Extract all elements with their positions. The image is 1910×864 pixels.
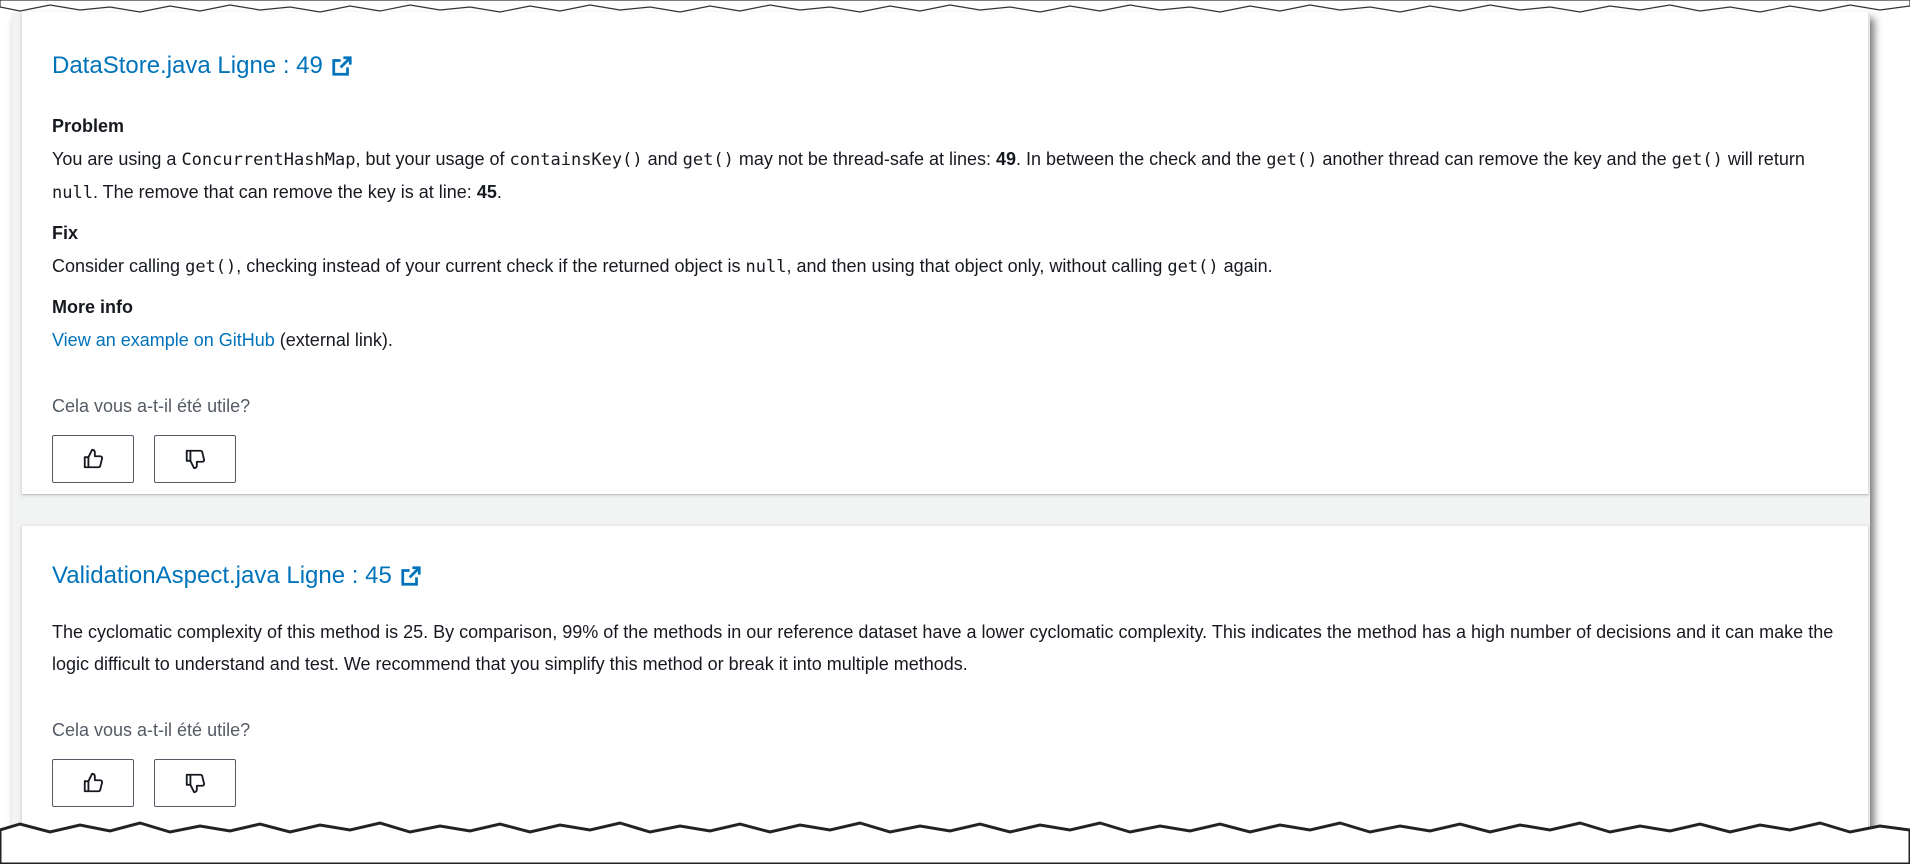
more-info-text: View an example on GitHub (external link… — [52, 330, 393, 350]
feedback-question: Cela vous a-t-il été utile? — [52, 720, 251, 740]
finding-title: ValidationAspect.java Ligne : 45 — [52, 562, 392, 589]
problem-label: Problem — [52, 116, 125, 136]
finding-title-link[interactable]: DataStore.java Ligne : 49 — [52, 52, 1838, 80]
finding-description: The cyclomatic complexity of this method… — [52, 622, 1834, 674]
feedback-buttons — [52, 759, 1838, 807]
thumbs-up-icon — [83, 772, 104, 793]
screenshot-frame: DataStore.java Ligne : 49 Problem You ar… — [0, 0, 1910, 864]
github-example-link[interactable]: View an example on GitHub — [52, 330, 275, 350]
external-link-icon — [332, 56, 352, 76]
thumbs-down-button[interactable] — [154, 759, 236, 807]
finding-card: DataStore.java Ligne : 49 Problem You ar… — [22, 12, 1868, 494]
finding-title-link[interactable]: ValidationAspect.java Ligne : 45 — [52, 562, 1838, 590]
fix-text: Consider calling get(), checking instead… — [52, 256, 1273, 277]
torn-edge-bottom — [0, 821, 1910, 864]
feedback-buttons — [52, 435, 1838, 483]
thumbs-up-button[interactable] — [52, 759, 134, 807]
feedback-question: Cela vous a-t-il été utile? — [52, 396, 251, 416]
thumbs-down-icon — [185, 449, 206, 470]
thumbs-down-button[interactable] — [154, 435, 236, 483]
thumbs-up-button[interactable] — [52, 435, 134, 483]
finding-card: ValidationAspect.java Ligne : 45 The cyc… — [22, 526, 1868, 832]
fix-label: Fix — [52, 223, 79, 243]
torn-edge-top — [0, 0, 1910, 13]
more-info-label: More info — [52, 297, 133, 317]
external-link-icon — [401, 566, 421, 586]
finding-title: DataStore.java Ligne : 49 — [52, 52, 323, 79]
thumbs-up-icon — [83, 448, 104, 469]
thumbs-down-icon — [185, 773, 206, 794]
problem-text: You are using a ConcurrentHashMap, but y… — [52, 149, 1805, 203]
findings-panel: DataStore.java Ligne : 49 Problem You ar… — [12, 12, 1870, 832]
